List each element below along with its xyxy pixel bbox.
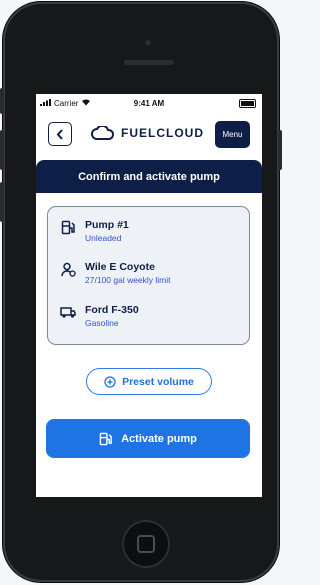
app-screen: Carrier 9:41 AM FUELCLOUD Menu Confirm a… — [36, 94, 262, 497]
volume-up-button — [0, 130, 4, 170]
pump-row: Pump #1 Unleaded — [60, 219, 129, 244]
home-square-icon — [137, 535, 155, 553]
app-header: FUELCLOUD Menu — [36, 112, 262, 152]
driver-name: Wile E Coyote — [85, 261, 155, 273]
home-button[interactable] — [122, 520, 170, 568]
activation-details-card: Pump #1 Unleaded Wile E Coyote 27/100 ga… — [47, 206, 250, 345]
front-camera — [145, 40, 151, 46]
activate-pump-button[interactable]: Activate pump — [46, 419, 250, 458]
volume-down-button — [0, 182, 4, 222]
preset-volume-label: Preset volume — [122, 375, 194, 388]
activate-pump-label: Activate pump — [121, 432, 197, 445]
clock: 9:41 AM — [133, 98, 165, 108]
driver-limit: 27/100 gal weekly limit — [85, 275, 171, 285]
truck-icon — [60, 304, 76, 320]
user-icon — [60, 261, 76, 277]
menu-button[interactable]: Menu — [215, 121, 250, 148]
pump-fuel-type: Unleaded — [85, 233, 122, 243]
page-title: Confirm and activate pump — [36, 160, 262, 193]
status-bar: Carrier 9:41 AM — [36, 94, 262, 112]
fuel-pump-icon — [99, 432, 112, 445]
mute-switch — [0, 88, 4, 114]
vehicle-row: Ford F-350 Gasoline — [60, 304, 139, 329]
chevron-left-icon — [56, 128, 63, 140]
pump-name: Pump #1 — [85, 219, 129, 231]
brand-name: FUELCLOUD — [121, 126, 204, 140]
vehicle-fuel-type: Gasoline — [85, 318, 119, 328]
brand-logo: FUELCLOUD — [91, 126, 204, 140]
back-button[interactable] — [48, 122, 72, 146]
driver-row: Wile E Coyote 27/100 gal weekly limit — [60, 261, 171, 286]
preset-volume-button[interactable]: Preset volume — [86, 368, 212, 395]
fuel-pump-icon — [60, 219, 76, 235]
battery-icon — [239, 99, 256, 108]
plus-circle-icon — [104, 375, 116, 388]
power-button — [278, 130, 282, 170]
earpiece-speaker — [124, 60, 174, 65]
cloud-icon — [91, 126, 115, 140]
vehicle-name: Ford F-350 — [85, 304, 139, 316]
phone-frame: Carrier 9:41 AM FUELCLOUD Menu Confirm a… — [0, 2, 282, 582]
